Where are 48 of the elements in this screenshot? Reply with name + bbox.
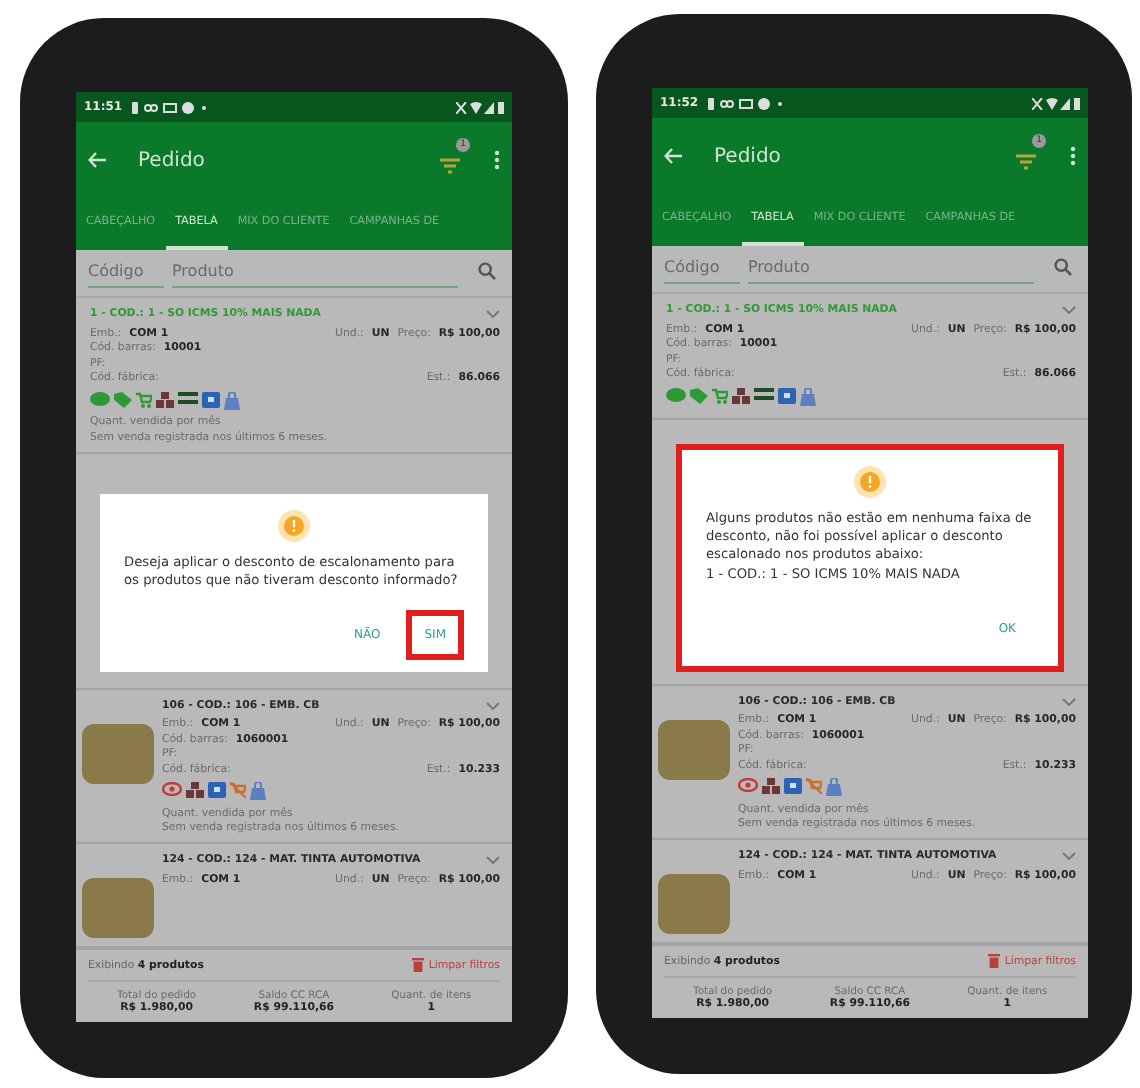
boxes-icon — [156, 391, 174, 407]
equals-icon — [754, 387, 774, 399]
more-icon[interactable] — [494, 150, 500, 170]
chevron-icon — [1062, 852, 1076, 860]
warning-icon — [854, 466, 886, 498]
cart-icon — [136, 391, 152, 407]
chevron-icon — [486, 856, 500, 864]
eye-icon — [738, 778, 758, 792]
search-icon[interactable] — [1054, 258, 1072, 276]
crossed-cart-icon — [230, 782, 246, 798]
screen-title: Pedido — [138, 149, 207, 171]
warning-icon — [278, 510, 310, 542]
tag-icon — [114, 391, 132, 407]
trash-icon — [412, 958, 425, 972]
chevron-icon — [486, 310, 500, 318]
chevron-icon — [486, 701, 500, 709]
more-icon[interactable] — [1070, 146, 1076, 166]
filter-icon[interactable] — [438, 154, 462, 178]
crossed-cart-icon — [806, 778, 822, 794]
bag-icon — [800, 387, 816, 405]
boxes-icon — [762, 778, 780, 794]
chevron-icon — [1062, 306, 1076, 314]
equals-icon — [178, 391, 198, 403]
calendar-icon — [778, 387, 796, 403]
tag-icon — [690, 387, 708, 403]
filter-icon[interactable] — [1014, 150, 1038, 174]
trash-icon — [988, 954, 1001, 968]
back-arrow-icon — [664, 148, 682, 164]
cart-icon — [712, 387, 728, 403]
bag-icon — [826, 778, 842, 796]
eye-icon — [162, 782, 182, 796]
bag-icon — [250, 782, 266, 800]
code-field[interactable]: Código — [664, 258, 740, 284]
boxes-icon — [732, 387, 750, 403]
bag-icon — [224, 391, 240, 409]
system-status-icons-drawing — [1032, 97, 1080, 109]
back-arrow-icon — [88, 152, 106, 168]
code-field[interactable]: Código — [88, 262, 164, 288]
calendar-icon — [784, 778, 802, 794]
calendar-icon — [202, 391, 220, 407]
product-field[interactable]: Produto — [748, 258, 1034, 284]
search-icon[interactable] — [478, 262, 496, 280]
product-field[interactable]: Produto — [172, 262, 458, 288]
system-status-icons-drawing — [456, 101, 504, 113]
screen-title: Pedido — [714, 145, 783, 167]
boxes-icon — [186, 782, 204, 798]
chevron-icon — [1062, 697, 1076, 705]
calendar-icon — [208, 782, 226, 798]
